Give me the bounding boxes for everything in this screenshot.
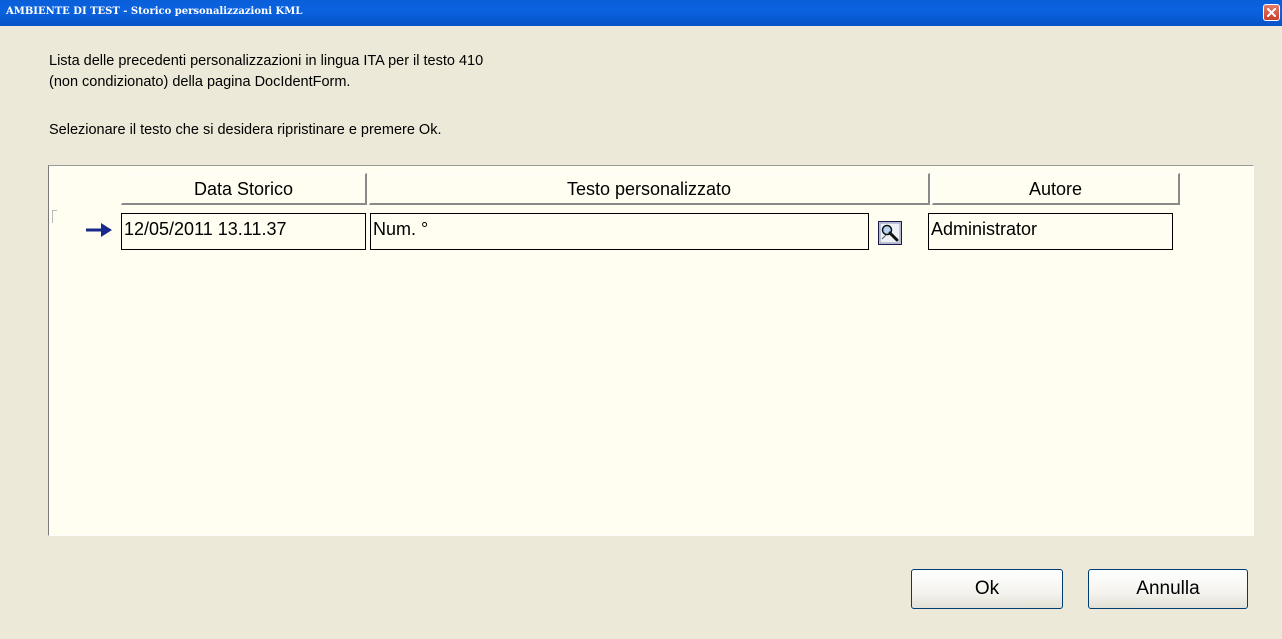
- column-header-autore[interactable]: Autore: [932, 173, 1180, 205]
- close-button[interactable]: [1263, 4, 1280, 21]
- instruction-text: Selezionare il testo che si desidera rip…: [49, 122, 442, 138]
- intro-line-2: (non condizionato) della pagina DocIdent…: [49, 74, 351, 90]
- dialog-window: AMBIENTE DI TEST - Storico personalizzaz…: [0, 0, 1282, 639]
- column-header-data-storico[interactable]: Data Storico: [121, 173, 367, 205]
- cell-data-storico[interactable]: 12/05/2011 13.11.37: [121, 213, 366, 250]
- close-icon: [1267, 8, 1276, 17]
- ok-button[interactable]: Ok: [911, 569, 1063, 609]
- column-header-testo-personalizzato[interactable]: Testo personalizzato: [369, 173, 930, 205]
- cell-autore[interactable]: Administrator: [928, 213, 1173, 250]
- cancel-button[interactable]: Annulla: [1088, 569, 1248, 609]
- cell-testo-personalizzato[interactable]: Num. °: [370, 213, 869, 250]
- intro-line-1: Lista delle precedenti personalizzazioni…: [49, 53, 484, 69]
- window-title: AMBIENTE DI TEST - Storico personalizzaz…: [6, 6, 303, 17]
- zoom-edit-icon: [878, 221, 902, 245]
- title-bar[interactable]: AMBIENTE DI TEST - Storico personalizzaz…: [0, 0, 1282, 26]
- grid-row-indicator: [52, 210, 57, 223]
- edit-text-button[interactable]: [878, 221, 902, 245]
- arrow-right-icon: [86, 223, 112, 237]
- intro-text: Lista delle precedenti personalizzazioni…: [49, 51, 483, 93]
